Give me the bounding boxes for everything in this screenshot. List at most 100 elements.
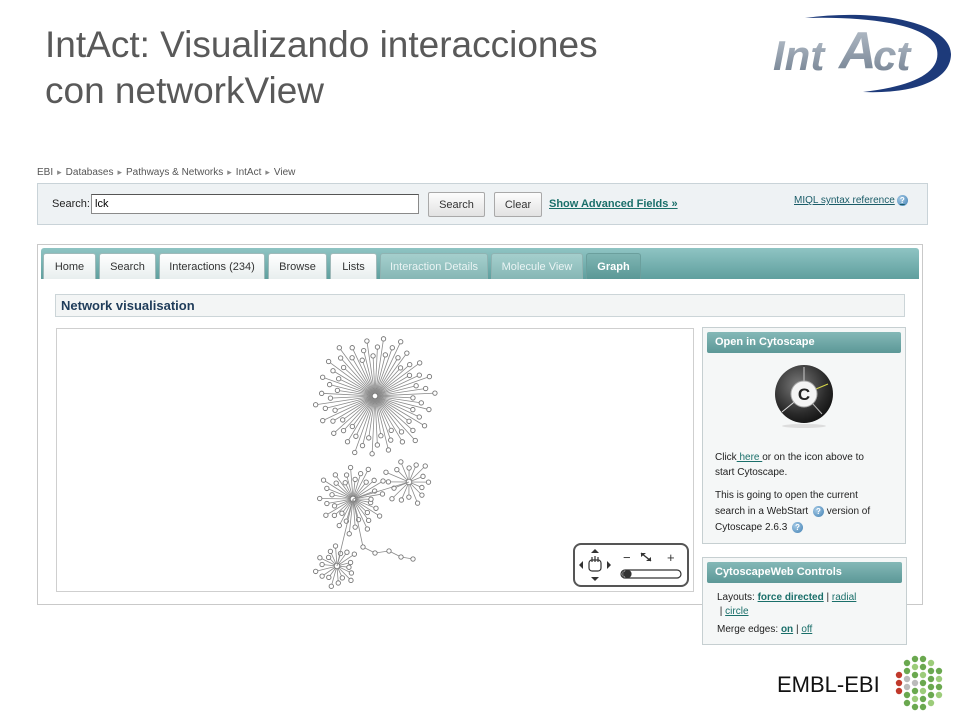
graph-node[interactable] (382, 352, 388, 358)
graph-node[interactable] (348, 570, 355, 576)
graph-node[interactable] (352, 449, 358, 456)
zoom-slider-handle[interactable] (623, 570, 632, 578)
graph-node[interactable] (380, 478, 386, 484)
graph-node[interactable] (330, 368, 336, 374)
graph-node[interactable] (332, 543, 339, 549)
webstart-help-icon[interactable]: ? (812, 505, 824, 517)
graph-node[interactable] (398, 554, 404, 560)
merge-edges-off-link[interactable]: off (801, 624, 812, 635)
graph-node[interactable] (340, 364, 347, 371)
graph-node[interactable] (406, 465, 412, 471)
graph-node[interactable] (398, 339, 404, 345)
graph-node[interactable] (410, 427, 416, 434)
graph-node[interactable] (423, 385, 429, 392)
graph-node[interactable] (346, 531, 352, 537)
graph-node[interactable] (327, 548, 334, 555)
graph-node[interactable] (426, 373, 433, 380)
graph-node[interactable] (339, 575, 345, 581)
graph-node[interactable] (368, 496, 374, 502)
hand-icon[interactable] (588, 556, 602, 572)
graph-node[interactable] (422, 463, 428, 469)
graph-node[interactable] (416, 372, 422, 378)
graph-node[interactable] (389, 496, 395, 502)
graph-node[interactable] (388, 427, 394, 434)
graph-node[interactable] (320, 374, 326, 380)
graph-node[interactable] (410, 406, 416, 413)
graph-node[interactable] (323, 512, 329, 518)
graph-node[interactable] (385, 447, 392, 453)
graph-node[interactable] (353, 433, 359, 439)
graph-node[interactable] (313, 568, 319, 575)
tab-interaction-details[interactable]: Interaction Details (380, 253, 488, 279)
graph-node[interactable] (432, 390, 438, 396)
graph-node[interactable] (359, 443, 366, 449)
tab-browse[interactable]: Browse (268, 253, 327, 279)
graph-node[interactable] (331, 503, 338, 509)
graph-node[interactable] (335, 580, 341, 586)
graph-node[interactable] (376, 513, 383, 519)
graph-node[interactable] (320, 418, 326, 424)
graph-node[interactable] (378, 433, 384, 439)
graph-node[interactable] (347, 464, 354, 471)
graph-node[interactable] (325, 358, 332, 365)
search-input[interactable] (91, 194, 419, 214)
graph-node[interactable] (344, 439, 351, 445)
graph-node[interactable] (426, 406, 432, 413)
network-graph-canvas[interactable]: − + (56, 328, 694, 592)
breadcrumb-item[interactable]: Databases (66, 167, 114, 178)
graph-node[interactable] (370, 353, 376, 359)
graph-node[interactable] (336, 522, 342, 529)
merge-edges-on-link[interactable]: on (781, 624, 793, 635)
graph-node[interactable] (365, 517, 372, 524)
graph-node[interactable] (399, 439, 406, 445)
graph-node[interactable] (373, 505, 379, 511)
graph-node[interactable] (413, 383, 419, 389)
graph-node[interactable] (379, 491, 386, 497)
graph-node[interactable] (404, 350, 410, 356)
graph-node[interactable] (320, 477, 327, 483)
graph-node[interactable] (371, 477, 377, 483)
graph-node[interactable] (385, 479, 392, 485)
graph-node[interactable] (332, 472, 338, 478)
graph-node[interactable] (413, 462, 419, 468)
graph-node[interactable] (328, 583, 334, 589)
graph-node[interactable] (386, 548, 392, 554)
graph-node[interactable] (417, 360, 423, 366)
graph-node[interactable] (349, 355, 355, 361)
graph-node[interactable] (333, 480, 339, 486)
graph-node[interactable] (352, 524, 358, 530)
layout-radial-link[interactable]: radial (832, 592, 856, 603)
graph-node[interactable] (327, 395, 334, 401)
graph-node[interactable] (395, 355, 401, 361)
graph-node[interactable] (369, 451, 375, 457)
pan-left-icon[interactable] (579, 561, 583, 569)
graph-node[interactable] (359, 357, 365, 363)
fit-to-screen-icon[interactable] (640, 552, 652, 562)
graph-node[interactable] (414, 500, 421, 506)
graph-node[interactable] (398, 429, 405, 435)
graph-node[interactable] (331, 430, 337, 436)
show-advanced-fields-link[interactable]: Show Advanced Fields » (549, 198, 678, 210)
zoom-in-button[interactable]: + (667, 550, 675, 565)
tab-molecule-view[interactable]: Molecule View (491, 253, 583, 279)
graph-node[interactable] (360, 544, 366, 550)
breadcrumb-item[interactable]: IntAct (236, 167, 262, 178)
graph-node[interactable] (336, 376, 342, 382)
graph-node[interactable] (410, 395, 416, 401)
graph-node[interactable] (339, 510, 345, 516)
tab-home[interactable]: Home (43, 253, 96, 279)
graph-node[interactable] (371, 392, 379, 400)
graph-node[interactable] (398, 497, 405, 503)
graph-node[interactable] (312, 402, 319, 408)
tab-graph[interactable]: Graph (586, 253, 641, 279)
graph-node[interactable] (419, 484, 425, 491)
graph-node[interactable] (421, 423, 428, 429)
graph-node[interactable] (394, 467, 400, 473)
graph-node[interactable] (363, 479, 369, 485)
graph-node[interactable] (407, 361, 413, 368)
tab-lists[interactable]: Lists (330, 253, 377, 279)
graph-node[interactable] (364, 338, 370, 344)
graph-node[interactable] (336, 345, 342, 351)
graph-node[interactable] (374, 344, 381, 350)
clear-button[interactable]: Clear (494, 192, 542, 217)
